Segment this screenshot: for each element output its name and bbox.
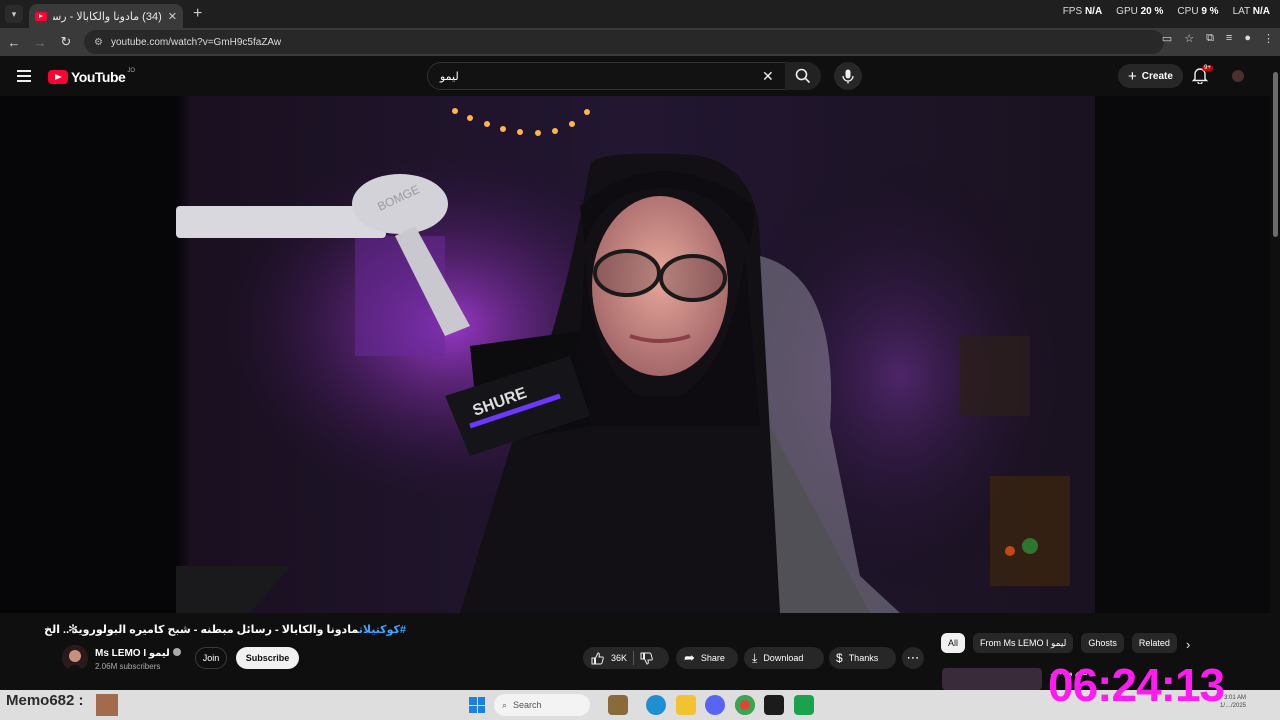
reload-icon[interactable]: ↻	[54, 30, 78, 54]
new-tab-button[interactable]: +	[193, 5, 202, 23]
voice-search-button[interactable]	[834, 62, 862, 90]
youtube-header: YouTube JO ليمو ✕ + Create 9+	[0, 56, 1280, 96]
youtube-logo[interactable]: YouTube JO	[48, 68, 135, 85]
more-actions-button[interactable]: ⋯	[902, 647, 924, 669]
edge-browser-icon[interactable]	[646, 695, 666, 715]
back-arrow-icon[interactable]: ←	[2, 30, 26, 54]
chip-from-channel[interactable]: From Ms LEMO I ليمو	[973, 633, 1074, 653]
like-count: 36K	[611, 653, 628, 663]
video-hashtag[interactable]: #كوكتيلات	[359, 624, 406, 636]
stream-clock: 06:24:13	[1048, 659, 1225, 711]
chip-related[interactable]: Related	[1131, 633, 1177, 653]
chip-ghosts[interactable]: Ghosts	[1081, 633, 1124, 653]
share-icon: ➦	[684, 650, 695, 665]
widgets-icon[interactable]	[608, 695, 628, 715]
subscriber-count: 2.06M subscribers	[95, 662, 161, 671]
reading-list-icon[interactable]: ≡	[1226, 32, 1232, 45]
channel-name[interactable]: Ms LEMO I ليمو	[95, 648, 181, 659]
taskbar-search-icon: ⌕	[502, 699, 508, 710]
forward-arrow-icon[interactable]: →	[28, 30, 52, 54]
video-title-text: مادونا والكابالا - رسائل مبطنه - شبح كام…	[44, 624, 359, 636]
create-button[interactable]: + Create	[1118, 64, 1183, 88]
search-query: ليمو	[440, 70, 459, 83]
video-frame: BOMGE SHURE	[0, 96, 1270, 613]
url-text: youtube.com/watch?v=GmH9c5faZAw	[110, 36, 282, 48]
lat-stat: LAT N/A	[1232, 6, 1270, 17]
hamburger-menu-icon[interactable]	[17, 70, 31, 85]
profile-icon[interactable]: ●	[1244, 32, 1251, 45]
app-icon[interactable]	[794, 695, 814, 715]
stream-overlay-name: Memo682 :	[6, 692, 84, 709]
scrollbar-thumb[interactable]	[1273, 72, 1278, 237]
page-scrollbar[interactable]	[1271, 62, 1280, 690]
download-button[interactable]: ⤓ Download	[744, 647, 824, 669]
youtube-play-icon	[48, 70, 68, 84]
search-icon	[795, 68, 811, 84]
recommended-thumbnail[interactable]	[942, 668, 1042, 690]
video-player[interactable]: BOMGE SHURE	[0, 96, 1270, 613]
bookmark-star-icon[interactable]: ☆	[1184, 32, 1194, 45]
terminal-icon[interactable]	[764, 695, 784, 715]
share-button[interactable]: ➦ Share	[676, 647, 738, 669]
search-input[interactable]: ليمو	[427, 62, 787, 90]
file-explorer-icon[interactable]	[676, 695, 696, 715]
thanks-icon: $	[836, 651, 843, 665]
plus-icon: +	[1128, 67, 1137, 85]
search-button[interactable]	[785, 62, 821, 90]
clear-search-icon[interactable]: ✕	[762, 68, 774, 85]
youtube-favicon-icon	[35, 11, 47, 21]
chevron-right-icon[interactable]: ›	[1186, 637, 1190, 652]
chip-all[interactable]: All	[941, 633, 966, 653]
related-chips: All From Ms LEMO I ليمو Ghosts Related	[941, 633, 1177, 653]
subscribe-button[interactable]: Subscribe	[236, 647, 299, 669]
download-icon: ⤓	[752, 650, 758, 665]
windows-start-icon[interactable]	[469, 697, 485, 713]
verified-icon	[172, 648, 181, 656]
thumbs-up-icon	[591, 651, 604, 664]
browser-menu-icon[interactable]: ⋮	[1263, 32, 1274, 45]
video-title: #كوكتيلاتمادونا والكابالا - رسائل مبطنه …	[44, 623, 406, 636]
like-dislike-group: 36K	[583, 647, 669, 669]
system-clock[interactable]: 3:01 AM 1/…/2025	[1220, 694, 1246, 710]
cpu-stat: CPU 9 %	[1177, 6, 1219, 17]
performance-overlay: FPS N/A GPU 20 % CPU 9 % LAT N/A	[1063, 6, 1270, 17]
join-button[interactable]: Join	[195, 647, 227, 669]
notification-count-badge: 9+	[1202, 65, 1213, 71]
tab-title: (34) مادونا والكابالا - رسائل ..	[53, 10, 162, 23]
thanks-button[interactable]: $ Thanks	[829, 647, 896, 669]
microphone-icon	[842, 69, 854, 83]
overlay-avatar	[96, 694, 118, 716]
tab-search-menu-button[interactable]: ▾	[5, 5, 23, 23]
cast-icon[interactable]: ▭	[1162, 32, 1172, 45]
like-button[interactable]: 36K	[583, 651, 628, 665]
fps-stat: FPS N/A	[1062, 6, 1103, 17]
sparkle-icon: ✻	[68, 622, 79, 636]
url-field[interactable]: ⚙ youtube.com/watch?v=GmH9c5faZAw	[84, 30, 1164, 54]
browser-toolbar-icons: ▭ ☆ ⧉ ≡ ● ⋮	[1162, 32, 1274, 45]
channel-avatar-image	[62, 645, 88, 671]
chrome-icon[interactable]	[735, 695, 755, 715]
browser-tab-bar: ▾ (34) مادونا والكابالا - رسائل .. ✕ + F…	[0, 0, 1280, 28]
gpu-stat: GPU 20 %	[1116, 6, 1164, 17]
taskbar-search[interactable]: ⌕ Search	[494, 694, 590, 716]
site-info-icon[interactable]: ⚙	[94, 37, 103, 48]
browser-tab[interactable]: (34) مادونا والكابالا - رسائل .. ✕	[29, 4, 183, 28]
like-divider	[633, 651, 635, 665]
address-bar-row: ← → ↻ ⚙ youtube.com/watch?v=GmH9c5faZAw …	[0, 28, 1280, 56]
thumbs-down-icon[interactable]	[640, 652, 653, 665]
tab-close-icon[interactable]: ✕	[168, 10, 177, 23]
account-avatar[interactable]	[1232, 70, 1244, 82]
discord-icon[interactable]	[705, 695, 725, 715]
region-code: JO	[127, 68, 135, 74]
channel-avatar[interactable]	[62, 645, 88, 671]
extensions-icon[interactable]: ⧉	[1206, 32, 1214, 45]
